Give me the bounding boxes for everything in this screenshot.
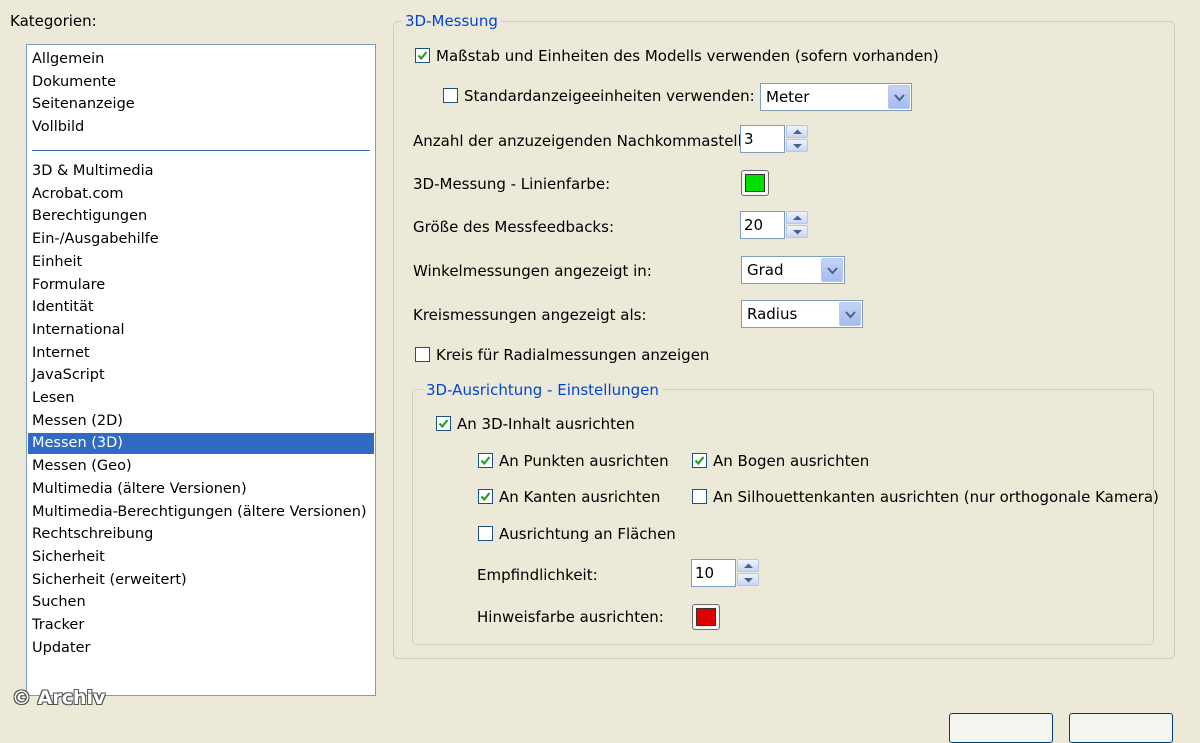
use-default-units-label: Standardanzeigeeinheiten verwenden: <box>464 87 755 105</box>
units-value: Meter <box>766 88 810 106</box>
category-item[interactable]: Messen (Geo) <box>28 456 374 477</box>
cancel-button[interactable] <box>1069 713 1173 743</box>
line-color-label: 3D-Messung - Linienfarbe: <box>413 175 611 193</box>
circle-value: Radius <box>747 305 798 323</box>
check-icon <box>438 419 449 429</box>
check-icon <box>694 456 705 466</box>
feedback-size-label: Größe des Messfeedbacks: <box>413 218 614 236</box>
category-separator <box>32 150 370 151</box>
category-item[interactable]: Identität <box>28 297 374 318</box>
snap-arcs-checkbox[interactable] <box>692 453 707 468</box>
category-item[interactable]: Messen (2D) <box>28 411 374 432</box>
snap-arcs-label: An Bogen ausrichten <box>713 452 870 470</box>
category-item[interactable]: JavaScript <box>28 365 374 386</box>
category-item[interactable]: Tracker <box>28 615 374 636</box>
use-model-scale-checkbox[interactable] <box>415 48 430 63</box>
snap-silhouette-checkbox[interactable] <box>692 489 707 504</box>
snap-points-checkbox[interactable] <box>478 453 493 468</box>
category-item[interactable]: Multimedia-Berechtigungen (ältere Versio… <box>28 502 374 523</box>
category-item[interactable]: Messen (3D) <box>28 433 374 455</box>
decimals-value: 3 <box>744 130 754 148</box>
decimals-label: Anzahl der anzuzeigenden Nachkommastelle… <box>413 132 766 150</box>
category-item[interactable]: Sicherheit <box>28 547 374 568</box>
category-item[interactable]: Ein-/Ausgabehilfe <box>28 229 374 250</box>
snap-edges-label: An Kanten ausrichten <box>499 488 661 506</box>
decimals-input[interactable]: 3 <box>740 125 785 153</box>
chevron-down-icon[interactable] <box>839 302 861 326</box>
measure-group-title: 3D-Messung <box>402 12 501 30</box>
snap-faces-label: Ausrichtung an Flächen <box>499 525 676 543</box>
radial-circle-label: Kreis für Radialmessungen anzeigen <box>436 346 710 364</box>
category-item[interactable]: Formulare <box>28 275 374 296</box>
snap-to-content-label: An 3D-Inhalt ausrichten <box>457 415 635 433</box>
line-color-picker[interactable] <box>741 170 769 196</box>
use-model-scale-label: Maßstab und Einheiten des Modells verwen… <box>436 47 939 65</box>
sensitivity-label: Empfindlichkeit: <box>477 566 598 584</box>
category-item[interactable]: Internet <box>28 343 374 364</box>
check-icon <box>480 492 491 502</box>
snap-group-title: 3D-Ausrichtung - Einstellungen <box>423 381 662 399</box>
category-item[interactable]: Sicherheit (erweitert) <box>28 570 374 591</box>
category-item[interactable]: Allgemein <box>28 49 374 70</box>
sensitivity-value: 10 <box>695 564 715 582</box>
category-item[interactable]: Dokumente <box>28 72 374 93</box>
feedback-size-input[interactable]: 20 <box>740 211 785 239</box>
angle-select[interactable]: Grad <box>741 256 845 284</box>
units-select[interactable]: Meter <box>760 83 912 111</box>
watermark: © Archiv <box>12 687 106 709</box>
feedback-size-down-button[interactable] <box>786 225 808 238</box>
feedback-size-up-button[interactable] <box>786 211 808 224</box>
category-item[interactable]: Seitenanzeige <box>28 94 374 115</box>
line-color-swatch <box>745 174 765 192</box>
snap-to-content-checkbox[interactable] <box>436 416 451 431</box>
sensitivity-down-button[interactable] <box>737 573 759 586</box>
circle-label: Kreismessungen angezeigt als: <box>413 306 647 324</box>
category-item[interactable]: Berechtigungen <box>28 206 374 227</box>
category-item[interactable]: International <box>28 320 374 341</box>
chevron-down-icon[interactable] <box>888 85 910 109</box>
categories-list[interactable]: Allgemein Dokumente Seitenanzeige Vollbild 3… <box>26 44 376 696</box>
snap-faces-checkbox[interactable] <box>478 526 493 541</box>
use-default-units-checkbox[interactable] <box>443 88 458 103</box>
check-icon <box>417 51 428 61</box>
categories-label: Kategorien: <box>10 12 97 30</box>
decimals-down-button[interactable] <box>786 139 808 152</box>
hint-color-swatch <box>696 608 716 626</box>
decimals-up-button[interactable] <box>786 125 808 138</box>
category-item[interactable]: 3D & Multimedia <box>28 161 374 182</box>
category-item[interactable]: Suchen <box>28 592 374 613</box>
snap-silhouette-label: An Silhouettenkanten ausrichten (nur ort… <box>713 488 1159 506</box>
circle-select[interactable]: Radius <box>741 300 863 328</box>
snap-edges-checkbox[interactable] <box>478 489 493 504</box>
snap-points-label: An Punkten ausrichten <box>499 452 669 470</box>
angle-label: Winkelmessungen angezeigt in: <box>413 262 652 280</box>
hint-color-picker[interactable] <box>692 604 720 630</box>
sensitivity-up-button[interactable] <box>737 559 759 572</box>
category-item[interactable]: Updater <box>28 638 374 659</box>
chevron-down-icon[interactable] <box>821 258 843 282</box>
category-item[interactable]: Multimedia (ältere Versionen) <box>28 479 374 500</box>
sensitivity-input[interactable]: 10 <box>691 559 736 587</box>
radial-circle-checkbox[interactable] <box>415 347 430 362</box>
ok-button[interactable] <box>949 713 1053 743</box>
feedback-size-value: 20 <box>744 216 764 234</box>
category-item[interactable]: Lesen <box>28 388 374 409</box>
hint-color-label: Hinweisfarbe ausrichten: <box>477 608 664 626</box>
category-item[interactable]: Rechtschreibung <box>28 524 374 545</box>
category-item[interactable]: Acrobat.com <box>28 184 374 205</box>
angle-value: Grad <box>747 261 784 279</box>
category-item[interactable]: Vollbild <box>28 117 374 138</box>
check-icon <box>480 456 491 466</box>
category-item[interactable]: Einheit <box>28 252 374 273</box>
